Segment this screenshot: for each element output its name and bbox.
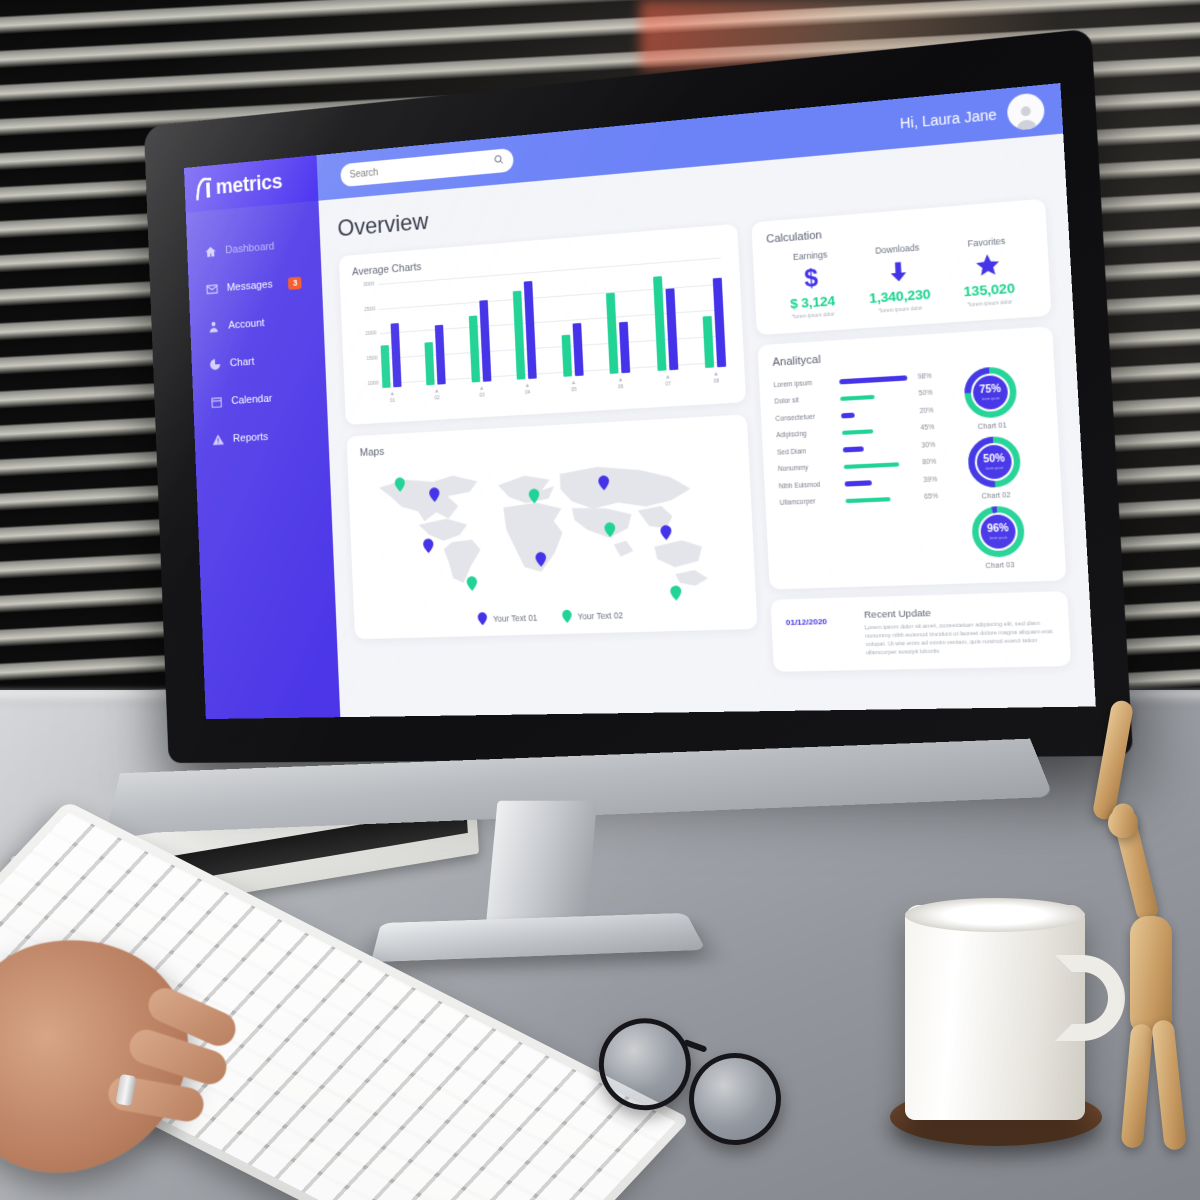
imac-monitor: metrics Dashboard: [112, 28, 1134, 764]
monitor-neck: [486, 800, 597, 921]
wooden-mannequin: [1091, 690, 1200, 1160]
eyeglasses: [594, 1001, 815, 1150]
mug-rim: [905, 898, 1085, 932]
bezel-highlight: [143, 28, 1134, 764]
photo-scene: metrics Dashboard: [0, 0, 1200, 1200]
